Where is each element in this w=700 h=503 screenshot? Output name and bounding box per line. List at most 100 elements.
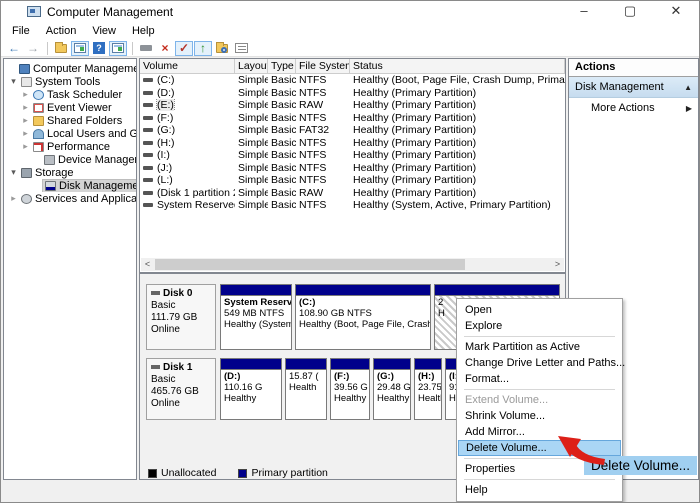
partition-f[interactable]: (F:)39.56 GHealthy (330, 358, 370, 420)
tree-item-label: Storage (35, 167, 74, 179)
legend-swatch (238, 469, 247, 478)
horizontal-scrollbar[interactable]: < > (141, 258, 564, 271)
menu-item-format[interactable]: Format... (457, 371, 622, 387)
find-icon[interactable] (213, 41, 231, 56)
sidebar-item-storage[interactable]: ▾ Storage (4, 166, 136, 179)
expanded-icon[interactable]: ▾ (8, 167, 19, 178)
table-row[interactable]: (G:)SimpleBasicFAT32Healthy (Primary Par… (140, 124, 565, 137)
up-level-icon[interactable] (52, 41, 70, 56)
users-icon (33, 129, 44, 139)
sidebar-item-system-tools[interactable]: ▾System Tools (4, 75, 136, 88)
partition-color-bar (331, 359, 369, 370)
disk-label[interactable]: Disk 1Basic465.76 GBOnline (146, 358, 216, 420)
check-icon[interactable]: ✓ (175, 41, 193, 56)
disk-label[interactable]: Disk 0Basic111.79 GBOnline (146, 284, 216, 350)
partition-c[interactable]: (C:)108.90 GB NTFSHealthy (Boot, Page Fi… (295, 284, 431, 350)
table-row[interactable]: (H:)SimpleBasicNTFSHealthy (Primary Part… (140, 137, 565, 150)
table-row[interactable]: (Disk 1 partition 2)SimpleBasicRAWHealth… (140, 187, 565, 200)
expanded-icon[interactable]: ▾ (8, 76, 19, 87)
menu-view[interactable]: View (84, 23, 124, 40)
scrollbar-thumb[interactable] (155, 259, 465, 270)
back-icon[interactable]: ← (5, 41, 23, 56)
collapsed-icon[interactable]: ▸ (20, 89, 31, 100)
collapsed-icon[interactable]: ▸ (20, 102, 31, 113)
actions-title: Actions (569, 59, 698, 77)
column-header-file-system[interactable]: File System (296, 59, 350, 73)
volume-name: (G:) (157, 124, 175, 136)
table-row[interactable]: (F:)SimpleBasicNTFSHealthy (Primary Part… (140, 112, 565, 125)
menu-item-mark-partition-as-active[interactable]: Mark Partition as Active (457, 339, 622, 355)
remote-icon[interactable] (137, 41, 155, 56)
table-row[interactable]: (E:)SimpleBasicRAWHealthy (Primary Parti… (140, 99, 565, 112)
partition-systemreserve[interactable]: System Reserve549 MB NTFSHealthy (System… (220, 284, 292, 350)
column-header-type[interactable]: Type (268, 59, 296, 73)
close-button[interactable]: ✕ (653, 1, 699, 23)
table-row[interactable]: System Reserved (K:)SimpleBasicNTFSHealt… (140, 199, 565, 212)
menu-item-open[interactable]: Open (457, 302, 622, 318)
tree-item-label: Task Scheduler (47, 89, 122, 101)
partition-g[interactable]: (G:)29.48 GHealthy (373, 358, 411, 420)
partition-h[interactable]: (H:)23.75 GHealthy (414, 358, 442, 420)
collapsed-icon[interactable]: ▸ (20, 128, 31, 139)
collapsed-icon[interactable]: ▸ (20, 115, 31, 126)
partition[interactable]: 15.87 (Health (285, 358, 327, 420)
disk-type: Basic (151, 300, 211, 312)
table-row[interactable]: (C:)SimpleBasicNTFSHealthy (Boot, Page F… (140, 74, 565, 87)
partition-health: Healthy (224, 393, 278, 404)
sidebar-item-performance[interactable]: ▸Performance (4, 140, 136, 153)
sidebar-item-task-scheduler[interactable]: ▸ Task Scheduler (4, 88, 136, 101)
sidebar-item-device-manager[interactable]: Device Manager (4, 153, 136, 166)
collapsed-icon[interactable]: ▸ (8, 193, 19, 204)
table-row[interactable]: (I:)SimpleBasicNTFSHealthy (Primary Part… (140, 149, 565, 162)
menu-item-explore[interactable]: Explore (457, 318, 622, 334)
column-header-status[interactable]: Status (350, 59, 565, 73)
help-icon[interactable]: ? (90, 41, 108, 56)
sidebar-item-computer-management-local[interactable]: Computer Management (Local (4, 62, 136, 75)
volume-icon (143, 91, 153, 95)
minimize-button[interactable]: – (561, 1, 607, 23)
volume-name: (D:) (157, 87, 175, 99)
disk-size: 111.79 GB (151, 312, 211, 324)
maximize-button[interactable]: ▢ (607, 1, 653, 23)
partition-size: 39.56 G (334, 382, 366, 393)
column-header-volume[interactable]: Volume (140, 59, 235, 73)
sidebar-item-disk-management[interactable]: Disk Management (4, 179, 136, 192)
menu-item-change-drive-letter-and-paths[interactable]: Change Drive Letter and Paths... (457, 355, 622, 371)
menu-action[interactable]: Action (38, 23, 85, 40)
column-header-layout[interactable]: Layout (235, 59, 268, 73)
partition-d[interactable]: (D:)110.16 GHealthy (220, 358, 282, 420)
collapse-icon[interactable]: ▲ (684, 83, 692, 92)
sidebar-item-shared-folders[interactable]: ▸Shared Folders (4, 114, 136, 127)
title-bar: Computer Management – ▢ ✕ (1, 1, 699, 23)
table-row[interactable]: (L:)SimpleBasicNTFSHealthy (Primary Part… (140, 174, 565, 187)
delete-icon[interactable]: × (156, 41, 174, 56)
show-window-icon[interactable] (109, 41, 127, 56)
menu-help[interactable]: Help (124, 23, 163, 40)
volume-icon (143, 166, 153, 170)
properties-icon[interactable] (232, 41, 250, 56)
console-tree-icon[interactable] (71, 41, 89, 56)
forward-icon[interactable]: → (24, 41, 42, 56)
sidebar-item-local-users-and-groups[interactable]: ▸Local Users and Groups (4, 127, 136, 140)
sidebar-item-event-viewer[interactable]: ▸ Event Viewer (4, 101, 136, 114)
collapsed-icon[interactable]: ▸ (20, 141, 31, 152)
toolbar: ←→? ×✓↑ (1, 40, 699, 57)
table-row[interactable]: (J:)SimpleBasicNTFSHealthy (Primary Part… (140, 162, 565, 175)
partition-color-bar (221, 285, 291, 296)
menu-item-help[interactable]: Help (457, 482, 622, 498)
menu-file[interactable]: File (4, 23, 38, 40)
volume-name: (I:) (157, 149, 170, 161)
partition-health: Healthy (Boot, Page File, Crash Du (299, 319, 427, 330)
table-row[interactable]: (D:)SimpleBasicNTFSHealthy (Primary Part… (140, 87, 565, 100)
disk-size: 465.76 GB (151, 386, 211, 398)
scroll-left-button[interactable]: < (141, 258, 154, 271)
actions-group-disk-management[interactable]: Disk Management ▲ (569, 77, 698, 98)
tree-item-label: Event Viewer (47, 102, 112, 114)
sidebar-item-services-and-applications[interactable]: ▸Services and Applications (4, 192, 136, 205)
menu-item-shrink-volume[interactable]: Shrink Volume... (457, 408, 622, 424)
refresh-icon[interactable]: ↑ (194, 41, 212, 56)
more-actions-item[interactable]: More Actions ▶ (569, 98, 698, 118)
menu-item-extend-volume: Extend Volume... (457, 392, 622, 408)
scroll-right-button[interactable]: > (551, 258, 564, 271)
scrollbar-track[interactable] (154, 258, 551, 271)
